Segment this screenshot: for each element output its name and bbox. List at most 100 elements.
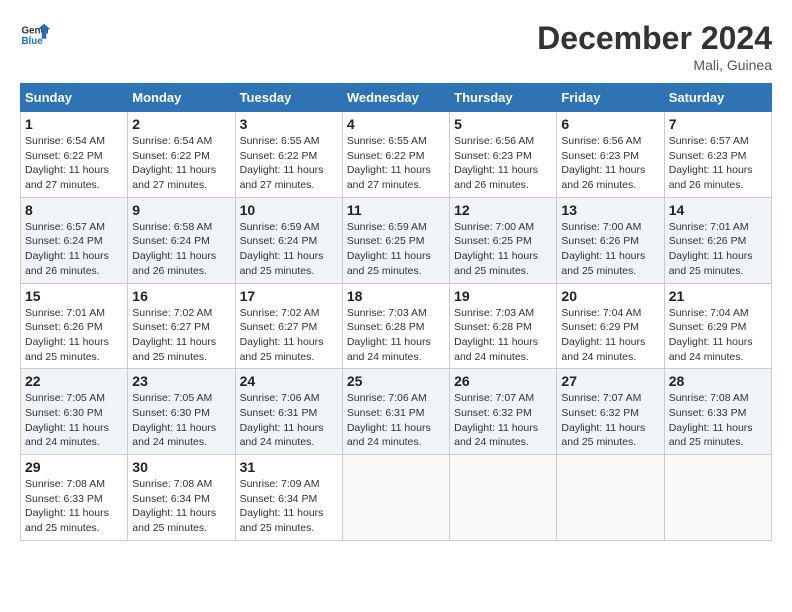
weekday-header-sunday: Sunday bbox=[21, 84, 128, 112]
calendar-cell: 6 Sunrise: 6:56 AMSunset: 6:23 PMDaylight… bbox=[557, 112, 664, 198]
calendar-cell: 8 Sunrise: 6:57 AMSunset: 6:24 PMDaylight… bbox=[21, 197, 128, 283]
location-subtitle: Mali, Guinea bbox=[537, 57, 772, 73]
day-info: Sunrise: 6:59 AMSunset: 6:25 PMDaylight:… bbox=[347, 220, 445, 279]
day-info: Sunrise: 7:03 AMSunset: 6:28 PMDaylight:… bbox=[347, 306, 445, 365]
weekday-header-thursday: Thursday bbox=[450, 84, 557, 112]
calendar-week-row: 1 Sunrise: 6:54 AMSunset: 6:22 PMDaylight… bbox=[21, 112, 772, 198]
day-number: 5 bbox=[454, 116, 552, 132]
day-info: Sunrise: 6:54 AMSunset: 6:22 PMDaylight:… bbox=[132, 134, 230, 193]
calendar-cell: 14Sunrise: 7:01 AMSunset: 6:26 PMDayligh… bbox=[664, 197, 771, 283]
day-number: 2 bbox=[132, 116, 230, 132]
day-info: Sunrise: 7:01 AMSunset: 6:26 PMDaylight:… bbox=[25, 306, 123, 365]
logo-icon: General Blue bbox=[20, 20, 50, 50]
calendar-cell bbox=[664, 455, 771, 541]
day-number: 22 bbox=[25, 373, 123, 389]
day-number: 26 bbox=[454, 373, 552, 389]
day-info: Sunrise: 7:03 AMSunset: 6:28 PMDaylight:… bbox=[454, 306, 552, 365]
day-info: Sunrise: 7:06 AMSunset: 6:31 PMDaylight:… bbox=[240, 391, 338, 450]
day-number: 15 bbox=[25, 288, 123, 304]
day-number: 13 bbox=[561, 202, 659, 218]
calendar-cell: 15 Sunrise: 7:01 AMSunset: 6:26 PMDayligh… bbox=[21, 283, 128, 369]
day-info: Sunrise: 6:54 AMSunset: 6:22 PMDaylight:… bbox=[25, 134, 123, 193]
calendar-cell: 29 Sunrise: 7:08 AMSunset: 6:33 PMDayligh… bbox=[21, 455, 128, 541]
weekday-header-saturday: Saturday bbox=[664, 84, 771, 112]
day-number: 3 bbox=[240, 116, 338, 132]
day-info: Sunrise: 7:08 AMSunset: 6:33 PMDaylight:… bbox=[25, 477, 123, 536]
calendar-cell: 4Sunrise: 6:55 AMSunset: 6:22 PMDaylight… bbox=[342, 112, 449, 198]
calendar-cell: 17Sunrise: 7:02 AMSunset: 6:27 PMDayligh… bbox=[235, 283, 342, 369]
day-number: 8 bbox=[25, 202, 123, 218]
calendar-week-row: 29 Sunrise: 7:08 AMSunset: 6:33 PMDayligh… bbox=[21, 455, 772, 541]
title-block: December 2024 Mali, Guinea bbox=[537, 20, 772, 73]
calendar-cell: 10 Sunrise: 6:59 AMSunset: 6:24 PMDayligh… bbox=[235, 197, 342, 283]
calendar-cell: 1 Sunrise: 6:54 AMSunset: 6:22 PMDaylight… bbox=[21, 112, 128, 198]
day-number: 25 bbox=[347, 373, 445, 389]
day-info: Sunrise: 7:02 AMSunset: 6:27 PMDaylight:… bbox=[240, 306, 338, 365]
calendar-cell: 2 Sunrise: 6:54 AMSunset: 6:22 PMDaylight… bbox=[128, 112, 235, 198]
day-number: 18 bbox=[347, 288, 445, 304]
day-number: 11 bbox=[347, 202, 445, 218]
day-info: Sunrise: 6:56 AMSunset: 6:23 PMDaylight:… bbox=[454, 134, 552, 193]
calendar-cell: 3 Sunrise: 6:55 AMSunset: 6:22 PMDaylight… bbox=[235, 112, 342, 198]
calendar-cell: 27Sunrise: 7:07 AMSunset: 6:32 PMDayligh… bbox=[557, 369, 664, 455]
day-number: 29 bbox=[25, 459, 123, 475]
day-number: 24 bbox=[240, 373, 338, 389]
weekday-header-friday: Friday bbox=[557, 84, 664, 112]
calendar-cell: 13Sunrise: 7:00 AMSunset: 6:26 PMDayligh… bbox=[557, 197, 664, 283]
month-year-title: December 2024 bbox=[537, 20, 772, 57]
calendar-cell: 23 Sunrise: 7:05 AMSunset: 6:30 PMDayligh… bbox=[128, 369, 235, 455]
day-number: 27 bbox=[561, 373, 659, 389]
weekday-header-row: SundayMondayTuesdayWednesdayThursdayFrid… bbox=[21, 84, 772, 112]
calendar-cell: 11 Sunrise: 6:59 AMSunset: 6:25 PMDayligh… bbox=[342, 197, 449, 283]
day-number: 1 bbox=[25, 116, 123, 132]
logo: General Blue bbox=[20, 20, 50, 50]
day-number: 14 bbox=[669, 202, 767, 218]
day-info: Sunrise: 7:04 AMSunset: 6:29 PMDaylight:… bbox=[669, 306, 767, 365]
day-info: Sunrise: 7:07 AMSunset: 6:32 PMDaylight:… bbox=[454, 391, 552, 450]
calendar-cell bbox=[450, 455, 557, 541]
day-number: 28 bbox=[669, 373, 767, 389]
calendar-cell: 20Sunrise: 7:04 AMSunset: 6:29 PMDayligh… bbox=[557, 283, 664, 369]
day-number: 7 bbox=[669, 116, 767, 132]
day-info: Sunrise: 6:56 AMSunset: 6:23 PMDaylight:… bbox=[561, 134, 659, 193]
calendar-cell: 24 Sunrise: 7:06 AMSunset: 6:31 PMDayligh… bbox=[235, 369, 342, 455]
day-info: Sunrise: 7:06 AMSunset: 6:31 PMDaylight:… bbox=[347, 391, 445, 450]
calendar-table: SundayMondayTuesdayWednesdayThursdayFrid… bbox=[20, 83, 772, 541]
day-info: Sunrise: 6:57 AMSunset: 6:24 PMDaylight:… bbox=[25, 220, 123, 279]
day-info: Sunrise: 6:57 AMSunset: 6:23 PMDaylight:… bbox=[669, 134, 767, 193]
day-number: 31 bbox=[240, 459, 338, 475]
day-info: Sunrise: 7:08 AMSunset: 6:34 PMDaylight:… bbox=[132, 477, 230, 536]
day-info: Sunrise: 7:05 AMSunset: 6:30 PMDaylight:… bbox=[25, 391, 123, 450]
calendar-cell: 31 Sunrise: 7:09 AMSunset: 6:34 PMDayligh… bbox=[235, 455, 342, 541]
calendar-cell: 5 Sunrise: 6:56 AMSunset: 6:23 PMDaylight… bbox=[450, 112, 557, 198]
calendar-cell: 25 Sunrise: 7:06 AMSunset: 6:31 PMDayligh… bbox=[342, 369, 449, 455]
calendar-week-row: 15 Sunrise: 7:01 AMSunset: 6:26 PMDayligh… bbox=[21, 283, 772, 369]
day-info: Sunrise: 7:05 AMSunset: 6:30 PMDaylight:… bbox=[132, 391, 230, 450]
day-number: 21 bbox=[669, 288, 767, 304]
calendar-cell: 7 Sunrise: 6:57 AMSunset: 6:23 PMDaylight… bbox=[664, 112, 771, 198]
calendar-cell: 19 Sunrise: 7:03 AMSunset: 6:28 PMDayligh… bbox=[450, 283, 557, 369]
day-number: 20 bbox=[561, 288, 659, 304]
calendar-cell: 21 Sunrise: 7:04 AMSunset: 6:29 PMDayligh… bbox=[664, 283, 771, 369]
day-info: Sunrise: 6:55 AMSunset: 6:22 PMDaylight:… bbox=[347, 134, 445, 193]
day-info: Sunrise: 7:02 AMSunset: 6:27 PMDaylight:… bbox=[132, 306, 230, 365]
day-info: Sunrise: 7:00 AMSunset: 6:25 PMDaylight:… bbox=[454, 220, 552, 279]
calendar-cell: 28Sunrise: 7:08 AMSunset: 6:33 PMDayligh… bbox=[664, 369, 771, 455]
day-number: 30 bbox=[132, 459, 230, 475]
day-number: 12 bbox=[454, 202, 552, 218]
calendar-cell: 30 Sunrise: 7:08 AMSunset: 6:34 PMDayligh… bbox=[128, 455, 235, 541]
day-number: 23 bbox=[132, 373, 230, 389]
day-info: Sunrise: 6:58 AMSunset: 6:24 PMDaylight:… bbox=[132, 220, 230, 279]
calendar-cell bbox=[557, 455, 664, 541]
day-number: 9 bbox=[132, 202, 230, 218]
calendar-cell: 18 Sunrise: 7:03 AMSunset: 6:28 PMDayligh… bbox=[342, 283, 449, 369]
calendar-cell: 16Sunrise: 7:02 AMSunset: 6:27 PMDayligh… bbox=[128, 283, 235, 369]
day-number: 6 bbox=[561, 116, 659, 132]
day-info: Sunrise: 6:55 AMSunset: 6:22 PMDaylight:… bbox=[240, 134, 338, 193]
day-number: 10 bbox=[240, 202, 338, 218]
weekday-header-monday: Monday bbox=[128, 84, 235, 112]
day-number: 19 bbox=[454, 288, 552, 304]
calendar-week-row: 22 Sunrise: 7:05 AMSunset: 6:30 PMDayligh… bbox=[21, 369, 772, 455]
day-info: Sunrise: 6:59 AMSunset: 6:24 PMDaylight:… bbox=[240, 220, 338, 279]
day-info: Sunrise: 7:09 AMSunset: 6:34 PMDaylight:… bbox=[240, 477, 338, 536]
